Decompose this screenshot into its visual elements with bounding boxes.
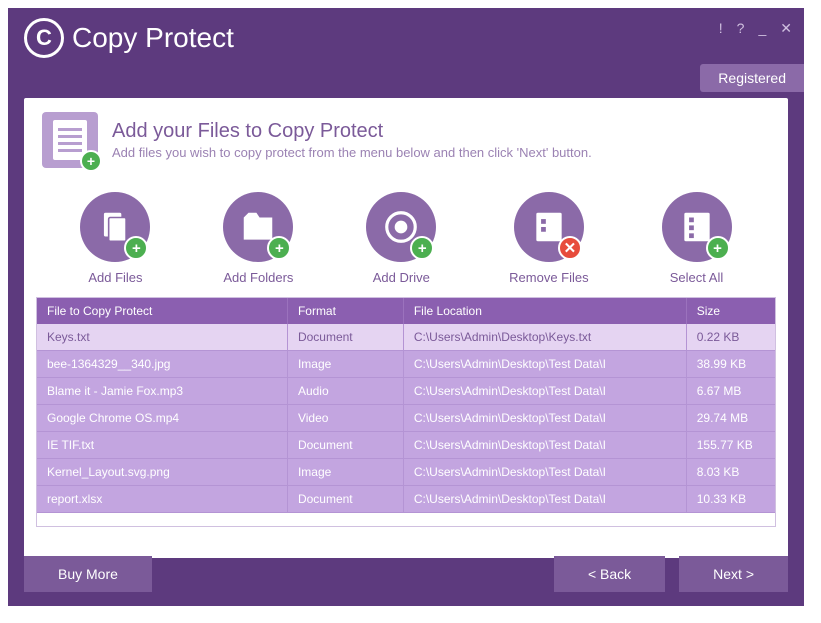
cell-location: C:\Users\Admin\Desktop\Keys.txt bbox=[403, 324, 686, 351]
select-all-label: Select All bbox=[670, 270, 723, 285]
cell-file: Blame it - Jamie Fox.mp3 bbox=[37, 378, 287, 405]
add-drive-button[interactable]: + Add Drive bbox=[366, 192, 436, 285]
col-size[interactable]: Size bbox=[686, 298, 775, 324]
content-panel: + Add your Files to Copy Protect Add fil… bbox=[24, 98, 788, 558]
cell-file: IE TIF.txt bbox=[37, 432, 287, 459]
table-row[interactable]: report.xlsxDocumentC:\Users\Admin\Deskto… bbox=[37, 486, 775, 513]
col-location[interactable]: File Location bbox=[403, 298, 686, 324]
info-icon[interactable]: ! bbox=[719, 20, 723, 37]
plus-icon: + bbox=[410, 236, 434, 260]
footer: Buy More < Back Next > bbox=[24, 556, 788, 592]
cell-file: Kernel_Layout.svg.png bbox=[37, 459, 287, 486]
back-button[interactable]: < Back bbox=[554, 556, 665, 592]
table-row[interactable]: Keys.txtDocumentC:\Users\Admin\Desktop\K… bbox=[37, 324, 775, 351]
cell-format: Document bbox=[287, 486, 403, 513]
cell-location: C:\Users\Admin\Desktop\Test Data\I bbox=[403, 432, 686, 459]
logo-icon: C bbox=[24, 18, 64, 58]
table-row[interactable]: Google Chrome OS.mp4VideoC:\Users\Admin\… bbox=[37, 405, 775, 432]
cell-size: 0.22 KB bbox=[686, 324, 775, 351]
cell-location: C:\Users\Admin\Desktop\Test Data\I bbox=[403, 351, 686, 378]
header-text: Add your Files to Copy Protect Add files… bbox=[112, 120, 592, 160]
cell-format: Document bbox=[287, 324, 403, 351]
x-icon: ✕ bbox=[558, 236, 582, 260]
buy-more-button[interactable]: Buy More bbox=[24, 556, 152, 592]
minimize-icon[interactable]: _ bbox=[758, 20, 766, 37]
action-bar: + Add Files + Add Folders + Add Drive ✕ … bbox=[24, 182, 788, 293]
cell-file: Keys.txt bbox=[37, 324, 287, 351]
add-files-button[interactable]: + Add Files bbox=[80, 192, 150, 285]
app-logo: C Copy Protect bbox=[24, 18, 234, 58]
remove-files-button[interactable]: ✕ Remove Files bbox=[509, 192, 588, 285]
window-controls: ! ? _ ✕ bbox=[719, 20, 792, 37]
cell-location: C:\Users\Admin\Desktop\Test Data\I bbox=[403, 486, 686, 513]
cell-location: C:\Users\Admin\Desktop\Test Data\I bbox=[403, 405, 686, 432]
cell-format: Audio bbox=[287, 378, 403, 405]
add-folders-button[interactable]: + Add Folders bbox=[223, 192, 293, 285]
cell-size: 155.77 KB bbox=[686, 432, 775, 459]
cell-size: 6.67 MB bbox=[686, 378, 775, 405]
next-button[interactable]: Next > bbox=[679, 556, 788, 592]
cell-size: 8.03 KB bbox=[686, 459, 775, 486]
add-files-label: Add Files bbox=[88, 270, 142, 285]
plus-icon: + bbox=[124, 236, 148, 260]
add-folders-label: Add Folders bbox=[223, 270, 293, 285]
cell-format: Image bbox=[287, 351, 403, 378]
plus-icon: + bbox=[267, 236, 291, 260]
select-all-button[interactable]: + Select All bbox=[662, 192, 732, 285]
table-row[interactable]: IE TIF.txtDocumentC:\Users\Admin\Desktop… bbox=[37, 432, 775, 459]
table-row[interactable]: Blame it - Jamie Fox.mp3AudioC:\Users\Ad… bbox=[37, 378, 775, 405]
cell-location: C:\Users\Admin\Desktop\Test Data\I bbox=[403, 459, 686, 486]
add-drive-label: Add Drive bbox=[373, 270, 430, 285]
cell-size: 10.33 KB bbox=[686, 486, 775, 513]
plus-icon: + bbox=[80, 150, 102, 172]
app-window: C Copy Protect ! ? _ ✕ Registered + Add … bbox=[8, 8, 804, 606]
status-badge: Registered bbox=[700, 64, 804, 92]
page-title: Add your Files to Copy Protect bbox=[112, 120, 592, 143]
cell-format: Document bbox=[287, 432, 403, 459]
help-icon[interactable]: ? bbox=[737, 20, 745, 37]
cell-format: Image bbox=[287, 459, 403, 486]
cell-format: Video bbox=[287, 405, 403, 432]
table-header-row: File to Copy Protect Format File Locatio… bbox=[37, 298, 775, 324]
cell-size: 38.99 KB bbox=[686, 351, 775, 378]
col-file[interactable]: File to Copy Protect bbox=[37, 298, 287, 324]
table-row[interactable]: bee-1364329__340.jpgImageC:\Users\Admin\… bbox=[37, 351, 775, 378]
plus-icon: + bbox=[706, 236, 730, 260]
close-icon[interactable]: ✕ bbox=[780, 20, 792, 37]
table-row[interactable]: Kernel_Layout.svg.pngImageC:\Users\Admin… bbox=[37, 459, 775, 486]
cell-size: 29.74 MB bbox=[686, 405, 775, 432]
page-subtitle: Add files you wish to copy protect from … bbox=[112, 145, 592, 160]
remove-files-label: Remove Files bbox=[509, 270, 588, 285]
page-header: + Add your Files to Copy Protect Add fil… bbox=[24, 98, 788, 182]
col-format[interactable]: Format bbox=[287, 298, 403, 324]
app-name: Copy Protect bbox=[72, 22, 234, 54]
cell-location: C:\Users\Admin\Desktop\Test Data\I bbox=[403, 378, 686, 405]
cell-file: bee-1364329__340.jpg bbox=[37, 351, 287, 378]
cell-file: Google Chrome OS.mp4 bbox=[37, 405, 287, 432]
cell-file: report.xlsx bbox=[37, 486, 287, 513]
file-table: File to Copy Protect Format File Locatio… bbox=[36, 297, 776, 527]
titlebar: C Copy Protect ! ? _ ✕ bbox=[8, 8, 804, 68]
header-icon: + bbox=[42, 112, 98, 168]
